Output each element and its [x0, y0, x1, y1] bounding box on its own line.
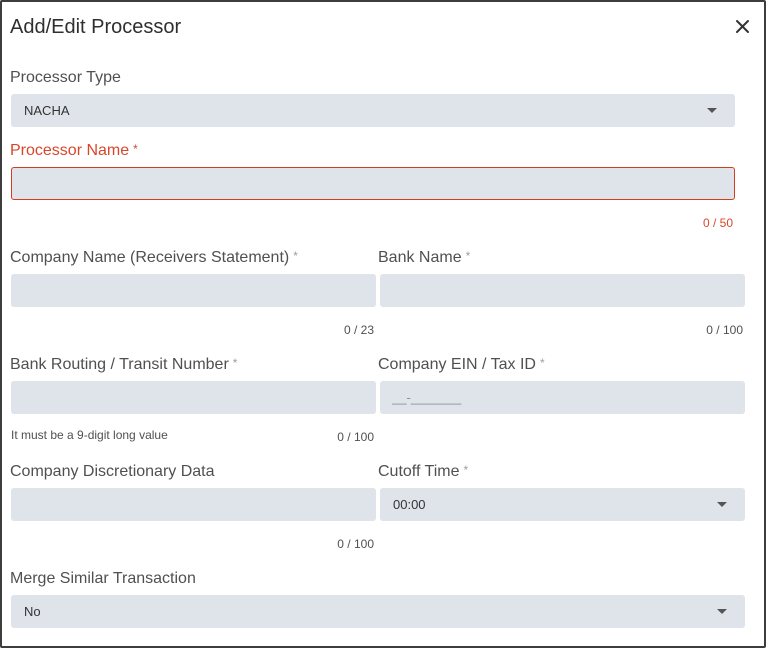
processor-name-input[interactable]	[12, 168, 734, 199]
company-ein-field[interactable]	[380, 381, 745, 414]
bank-routing-field[interactable]	[11, 381, 376, 414]
cutoff-time-label: Cutoff Time *	[378, 463, 469, 480]
merge-similar-value: No	[24, 604, 41, 619]
bank-routing-counter: 0 / 100	[337, 430, 374, 444]
bank-name-counter: 0 / 100	[706, 323, 743, 337]
bank-routing-input[interactable]	[11, 381, 376, 414]
processor-type-value: NACHA	[24, 103, 70, 118]
discretionary-input[interactable]	[11, 488, 376, 521]
chevron-down-icon	[707, 108, 717, 113]
bank-name-input[interactable]	[380, 274, 745, 307]
company-name-input[interactable]	[11, 274, 376, 307]
company-name-field[interactable]	[11, 274, 376, 307]
bank-routing-label: Bank Routing / Transit Number *	[10, 356, 238, 373]
company-ein-label: Company EIN / Tax ID *	[378, 356, 545, 373]
merge-similar-label: Merge Similar Transaction	[10, 570, 196, 587]
close-icon[interactable]	[732, 16, 754, 38]
company-name-label: Company Name (Receivers Statement) *	[10, 249, 298, 266]
processor-name-field[interactable]	[11, 167, 735, 200]
chevron-down-icon	[717, 502, 727, 507]
cutoff-time-select[interactable]: 00:00	[380, 488, 745, 521]
discretionary-field[interactable]	[11, 488, 376, 521]
bank-name-label: Bank Name *	[378, 249, 471, 266]
processor-name-counter: 0 / 50	[702, 216, 733, 230]
company-name-counter: 0 / 23	[343, 323, 374, 337]
discretionary-counter: 0 / 100	[337, 537, 374, 551]
bank-name-field[interactable]	[380, 274, 745, 307]
add-edit-processor-dialog: Add/Edit Processor Processor Type NACHA …	[0, 0, 766, 648]
discretionary-label: Company Discretionary Data	[10, 463, 215, 480]
processor-type-label: Processor Type	[10, 69, 121, 86]
chevron-down-icon	[717, 609, 727, 614]
dialog-title: Add/Edit Processor	[10, 16, 182, 38]
processor-type-select[interactable]: NACHA	[11, 94, 735, 127]
processor-name-label: Processor Name *	[10, 142, 138, 159]
merge-similar-select[interactable]: No	[11, 595, 745, 628]
bank-routing-hint: It must be a 9-digit long value	[11, 428, 168, 442]
cutoff-time-value: 00:00	[393, 497, 426, 512]
company-ein-input[interactable]	[380, 381, 745, 414]
